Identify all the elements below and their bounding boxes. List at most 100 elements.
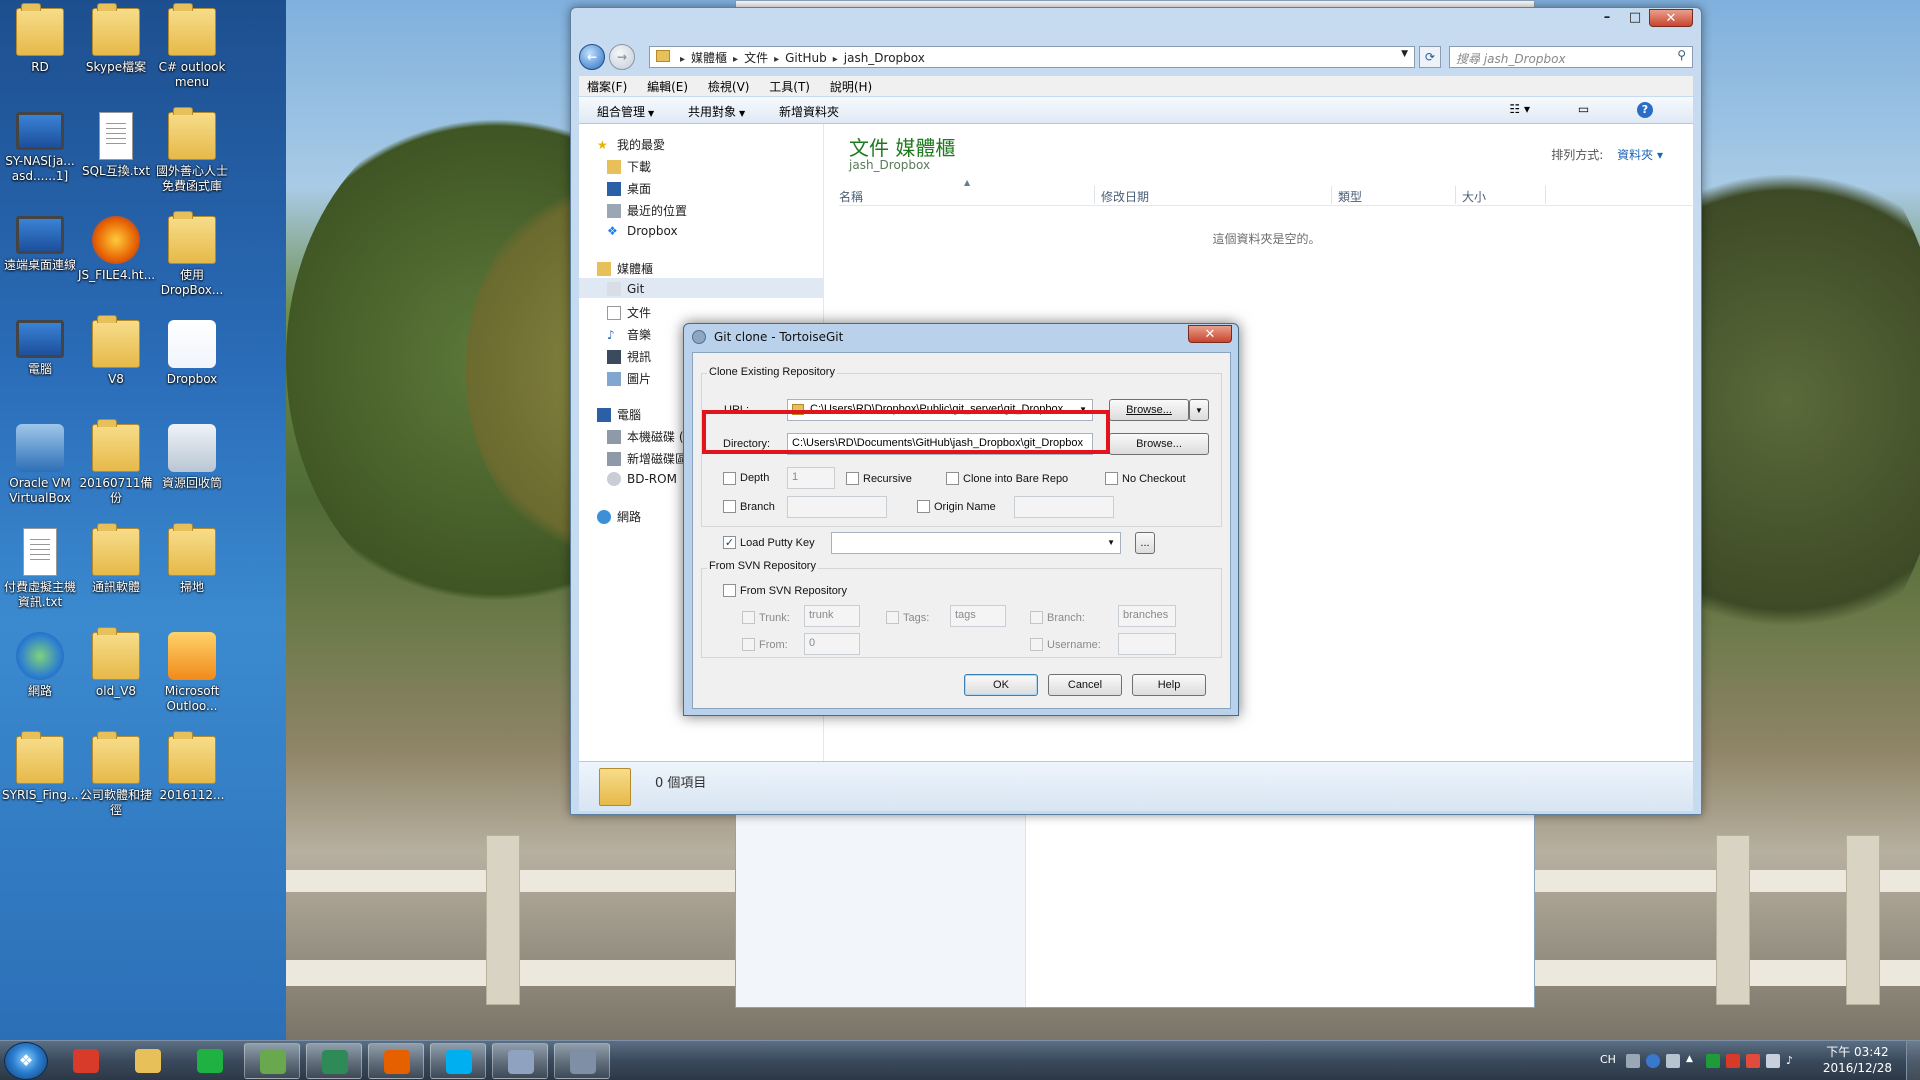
share-button[interactable]: 共用對象 ▼: [688, 105, 745, 119]
refresh-button[interactable]: ⟳: [1419, 46, 1441, 68]
desktop-icon[interactable]: JS_FILE4.ht...: [78, 216, 155, 283]
maximize-button[interactable]: □: [1621, 9, 1649, 27]
depth-input[interactable]: 1: [787, 467, 835, 489]
desktop-icon[interactable]: 掃地: [154, 523, 230, 595]
taskbar-button-skype[interactable]: [430, 1043, 486, 1079]
nav-desktop[interactable]: 桌面: [607, 180, 651, 197]
start-button[interactable]: ❖: [4, 1042, 48, 1080]
url-browse-dropdown[interactable]: ▼: [1189, 399, 1209, 421]
security-tray-icon[interactable]: [1726, 1054, 1740, 1068]
language-indicator[interactable]: CH: [1600, 1053, 1616, 1066]
help-icon[interactable]: [1646, 1054, 1660, 1068]
url-browse-button[interactable]: Browse...: [1109, 399, 1189, 421]
bare-repo-checkbox[interactable]: [946, 472, 959, 485]
desktop-icon[interactable]: C# outlook menu: [154, 3, 230, 90]
clock[interactable]: 下午 03:42 2016/12/28: [1823, 1044, 1892, 1076]
svn-username-input[interactable]: [1118, 633, 1176, 655]
desktop-icon[interactable]: Microsoft Outloo...: [154, 632, 230, 714]
help-button[interactable]: Help: [1132, 674, 1206, 696]
breadcrumb-item[interactable]: 媒體櫃: [691, 51, 727, 65]
dialog-close-button[interactable]: ✕: [1188, 325, 1232, 343]
nav-dropbox[interactable]: ❖ Dropbox: [607, 224, 678, 238]
nav-git[interactable]: Git: [607, 282, 644, 296]
volume-icon[interactable]: ♪: [1786, 1054, 1800, 1068]
breadcrumb-item[interactable]: jash_Dropbox: [844, 51, 925, 65]
desktop-icon[interactable]: Oracle VM VirtualBox: [2, 424, 78, 506]
origin-name-checkbox[interactable]: [917, 500, 930, 513]
address-bar[interactable]: ▸ 媒體櫃 ▸ 文件 ▸ GitHub ▸ jash_Dropbox ▼: [649, 46, 1415, 68]
desktop-icon[interactable]: 2016112...: [154, 731, 230, 803]
taskbar-button-paint[interactable]: [492, 1043, 548, 1079]
nav-documents[interactable]: 文件: [607, 304, 651, 321]
depth-checkbox[interactable]: [723, 472, 736, 485]
recursive-checkbox[interactable]: [846, 472, 859, 485]
menu-edit[interactable]: 編輯(E): [647, 80, 688, 94]
branch-input[interactable]: [787, 496, 887, 518]
desktop-icon[interactable]: SY-NAS[ja... asd......1]: [2, 112, 78, 184]
nav-favorites[interactable]: ★ 我的最愛: [597, 136, 665, 153]
menu-help[interactable]: 說明(H): [830, 80, 872, 94]
organize-button[interactable]: 組合管理 ▼: [597, 105, 654, 119]
taskbar-button-firefox[interactable]: [368, 1043, 424, 1079]
show-desktop-button[interactable]: [1906, 1041, 1920, 1080]
origin-name-input[interactable]: [1014, 496, 1114, 518]
chevron-down-icon[interactable]: ▼: [1401, 49, 1408, 59]
desktop-icon[interactable]: SQL互換.txt: [78, 112, 154, 179]
taskbar-button-notepad[interactable]: [244, 1043, 300, 1079]
column-divider[interactable]: [1094, 186, 1095, 204]
new-folder-button[interactable]: 新增資料夾: [779, 105, 839, 119]
back-button[interactable]: ←: [579, 44, 605, 70]
search-input[interactable]: 搜尋 jash_Dropbox ⚲: [1449, 46, 1693, 68]
desktop-icon[interactable]: 遠端桌面連線: [2, 216, 78, 273]
column-size[interactable]: 大小: [1462, 188, 1486, 205]
chevron-down-icon[interactable]: ▼: [1107, 538, 1115, 547]
taskbar-button-line[interactable]: [182, 1043, 238, 1079]
line-tray-icon[interactable]: [1706, 1054, 1720, 1068]
column-divider[interactable]: [1455, 186, 1456, 204]
nav-new-volume[interactable]: 新增磁碟區: [607, 450, 687, 467]
preview-pane-icon[interactable]: ▭: [1578, 102, 1589, 116]
nav-network[interactable]: 網路: [597, 508, 641, 525]
svn-branches-input[interactable]: branches: [1118, 605, 1176, 627]
breadcrumb-separator-icon[interactable]: ▸: [833, 54, 838, 65]
search-icon[interactable]: ⚲: [1677, 48, 1686, 62]
menu-view[interactable]: 檢視(V): [708, 80, 750, 94]
nav-downloads[interactable]: 下載: [607, 158, 651, 175]
directory-browse-button[interactable]: Browse...: [1109, 433, 1209, 455]
desktop-icon[interactable]: 20160711備份: [78, 419, 154, 506]
nav-videos[interactable]: 視訊: [607, 348, 651, 365]
column-type[interactable]: 類型: [1338, 188, 1362, 205]
desktop-icon[interactable]: V8: [78, 315, 154, 387]
keyboard-icon[interactable]: [1626, 1054, 1640, 1068]
desktop-icon[interactable]: 公司軟體和捷徑: [78, 731, 154, 818]
nav-pictures[interactable]: 圖片: [607, 370, 651, 387]
desktop-icon[interactable]: 使用 DropBox...: [154, 211, 230, 298]
svn-tags-input[interactable]: tags: [950, 605, 1006, 627]
taskbar-button-visual-studio[interactable]: [306, 1043, 362, 1079]
breadcrumb-item[interactable]: 文件: [744, 51, 768, 65]
taskbar-button-tortoisegit[interactable]: [554, 1043, 610, 1079]
minimize-button[interactable]: –: [1593, 9, 1621, 27]
branch-checkbox[interactable]: [723, 500, 736, 513]
desktop-icon[interactable]: 資源回收筒: [154, 424, 230, 491]
putty-key-browse-button[interactable]: ...: [1135, 532, 1155, 554]
nav-local-disk[interactable]: 本機磁碟 (: [607, 428, 684, 445]
svn-trunk-input[interactable]: trunk: [804, 605, 860, 627]
nav-libraries[interactable]: 媒體櫃: [597, 260, 653, 277]
desktop-icon[interactable]: 國外善心人士免費函式庫: [154, 107, 230, 194]
svn-trunk-checkbox[interactable]: [742, 611, 755, 624]
close-button[interactable]: ✕: [1649, 9, 1693, 27]
desktop-icon[interactable]: Skype檔案: [78, 3, 154, 75]
cancel-button[interactable]: Cancel: [1048, 674, 1122, 696]
menu-tools[interactable]: 工具(T): [769, 80, 810, 94]
input-options-icon[interactable]: [1666, 1054, 1680, 1068]
svn-from-input[interactable]: 0: [804, 633, 860, 655]
no-checkout-checkbox[interactable]: [1105, 472, 1118, 485]
desktop-icon[interactable]: Dropbox: [154, 320, 230, 387]
desktop-icon[interactable]: old_V8: [78, 627, 154, 699]
ok-button[interactable]: OK: [964, 674, 1038, 696]
column-divider[interactable]: [1331, 186, 1332, 204]
svn-tags-checkbox[interactable]: [886, 611, 899, 624]
arrange-dropdown[interactable]: 資料夾 ▾: [1617, 148, 1663, 162]
desktop-icon[interactable]: 付費虛擬主機資訊.txt: [2, 528, 78, 610]
